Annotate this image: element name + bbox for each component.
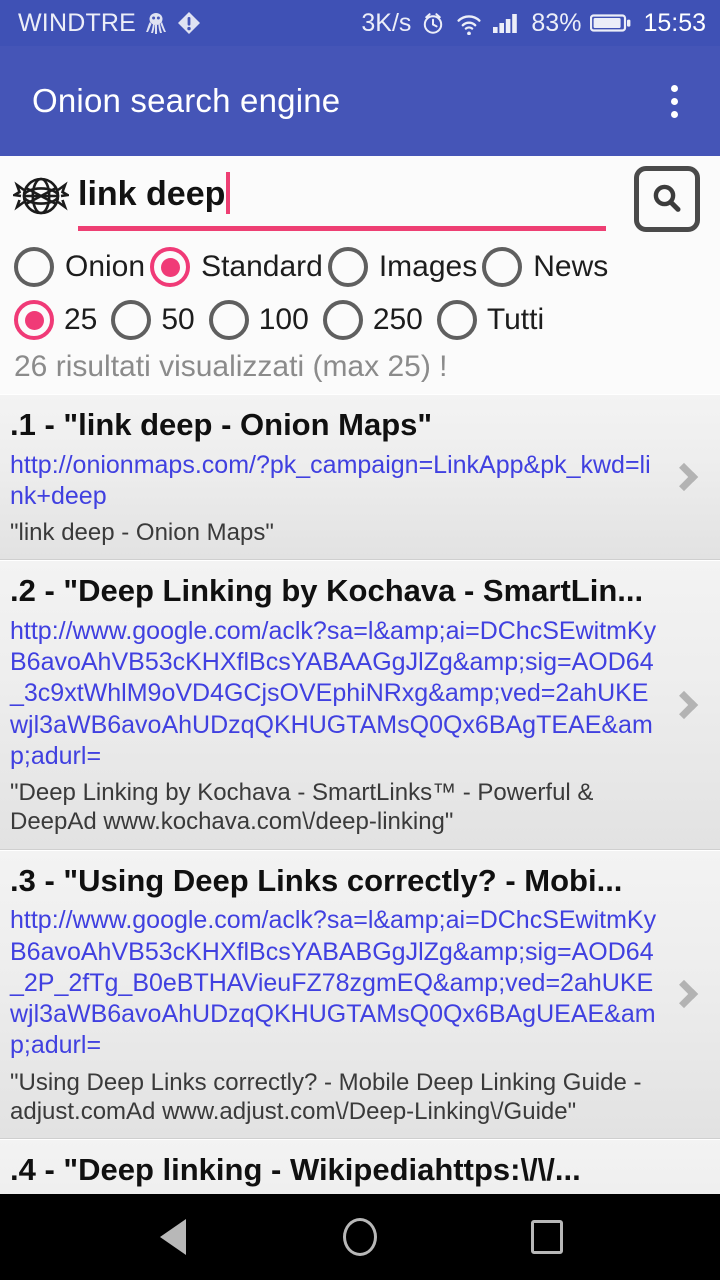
search-input[interactable]: link deep <box>78 164 624 234</box>
radio-label: Onion <box>65 250 146 283</box>
result-title: .4 - "Deep linking - Wikipediahttps:\/\/… <box>10 1152 581 1188</box>
app-bar: Onion search engine <box>0 46 720 156</box>
back-triangle-icon <box>160 1219 187 1255</box>
count-radio-group: 25 50 100 250 Tutti <box>0 294 720 346</box>
home-circle-icon <box>342 1218 377 1256</box>
radio-label: Tutti <box>486 303 545 336</box>
result-url: http://www.google.com/aclk?sa=l&amp;ai=D… <box>10 616 657 770</box>
results-list[interactable]: .1 - "link deep - Onion Maps" http://oni… <box>0 394 720 1194</box>
result-snippet: "link deep - Onion Maps" <box>10 519 274 547</box>
radio-circle-icon <box>322 300 363 340</box>
radio-option-tutti[interactable]: Tutti <box>436 300 552 340</box>
radio-option-250[interactable]: 250 <box>322 300 431 340</box>
search-input-underline <box>78 226 606 231</box>
radio-option-100[interactable]: 100 <box>208 300 317 340</box>
result-title: .1 - "link deep - Onion Maps" <box>10 407 433 442</box>
alarm-clock-icon <box>424 13 443 34</box>
results-status-label: 26 risultati visualizzati (max 25) ! <box>14 350 448 383</box>
recents-square-icon <box>530 1220 563 1254</box>
clock-label: 15:53 <box>643 8 706 37</box>
radio-label: Standard <box>201 250 323 283</box>
engine-radio-group: Onion Standard Images News <box>0 240 720 294</box>
status-bar: WINDTRE 3K/s 83% 15:53 <box>0 0 720 46</box>
app-root: WINDTRE 3K/s 83% 15:53 Onion search engi… <box>0 0 720 1280</box>
battery-percent-label: 83% <box>531 8 582 37</box>
text-caret <box>226 172 231 214</box>
radio-circle-icon <box>208 300 249 340</box>
radio-circle-icon <box>14 247 54 287</box>
search-bar: link deep <box>0 156 720 234</box>
chevron-right-icon[interactable] <box>664 972 704 1016</box>
overflow-dot-icon <box>670 110 678 118</box>
page-title: Onion search engine <box>32 82 341 119</box>
battery-icon <box>590 14 631 32</box>
radio-circle-checked-icon <box>14 300 54 340</box>
wifi-icon <box>457 15 481 35</box>
radio-circle-icon <box>111 300 152 340</box>
radio-circle-icon <box>327 247 368 287</box>
system-navigation-bar <box>0 1194 720 1280</box>
radio-option-news[interactable]: News <box>482 247 608 287</box>
radio-option-standard[interactable]: Standard <box>150 247 323 287</box>
result-url: http://www.google.com/aclk?sa=l&amp;ai=D… <box>10 906 657 1060</box>
result-snippet: "Deep Linking by Kochava - SmartLinks™ -… <box>10 779 601 836</box>
radio-label: 50 <box>161 303 195 336</box>
radio-option-images[interactable]: Images <box>327 247 478 287</box>
result-row[interactable]: .2 - "Deep Linking by Kochava - SmartLin… <box>0 560 720 850</box>
radio-label: 100 <box>258 303 309 336</box>
cellular-signal-icon <box>493 14 518 33</box>
result-row[interactable]: .4 - "Deep linking - Wikipediahttps:\/\/… <box>0 1139 720 1194</box>
back-button[interactable] <box>128 1194 218 1280</box>
result-title: .2 - "Deep Linking by Kochava - SmartLin… <box>10 573 644 609</box>
radio-circle-icon <box>436 300 477 340</box>
radio-circle-checked-icon <box>150 247 191 287</box>
result-row[interactable]: .1 - "link deep - Onion Maps" http://oni… <box>0 394 720 561</box>
recents-button[interactable] <box>502 1194 592 1280</box>
search-icon <box>653 184 681 212</box>
octopus-icon <box>146 13 167 34</box>
carrier-label: WINDTRE <box>18 8 137 37</box>
result-url: http://onionmaps.com/?pk_campaign=LinkAp… <box>10 450 651 510</box>
overflow-menu-button[interactable] <box>650 66 698 136</box>
search-button[interactable] <box>634 166 700 232</box>
status-bar-left: WINDTRE <box>18 9 202 38</box>
warning-diamond-icon <box>178 12 201 34</box>
result-title: .3 - "Using Deep Links correctly? - Mobi… <box>10 862 623 898</box>
result-snippet: "Using Deep Links correctly? - Mobile De… <box>10 1068 649 1125</box>
filters-panel: Onion Standard Images News 25 50 100 250… <box>0 234 720 394</box>
radio-label: News <box>533 250 609 283</box>
overflow-dot-icon <box>670 84 678 92</box>
radio-option-50[interactable]: 50 <box>111 300 202 340</box>
radio-circle-icon <box>482 247 523 287</box>
search-input-value: link deep <box>78 175 226 213</box>
chevron-right-icon[interactable] <box>664 455 704 499</box>
globe-icon <box>10 164 72 222</box>
radio-label: 25 <box>64 303 98 336</box>
radio-option-25[interactable]: 25 <box>14 300 105 340</box>
network-speed-label: 3K/s <box>361 8 412 37</box>
radio-option-onion[interactable]: Onion <box>14 247 145 287</box>
radio-label: Images <box>378 250 478 283</box>
result-row[interactable]: .3 - "Using Deep Links correctly? - Mobi… <box>0 849 720 1140</box>
home-button[interactable] <box>315 1194 405 1280</box>
overflow-dot-icon <box>670 97 678 105</box>
chevron-right-icon[interactable] <box>664 683 704 727</box>
status-bar-right: 3K/s 83% 15:53 <box>361 10 706 36</box>
radio-label: 250 <box>372 303 423 336</box>
